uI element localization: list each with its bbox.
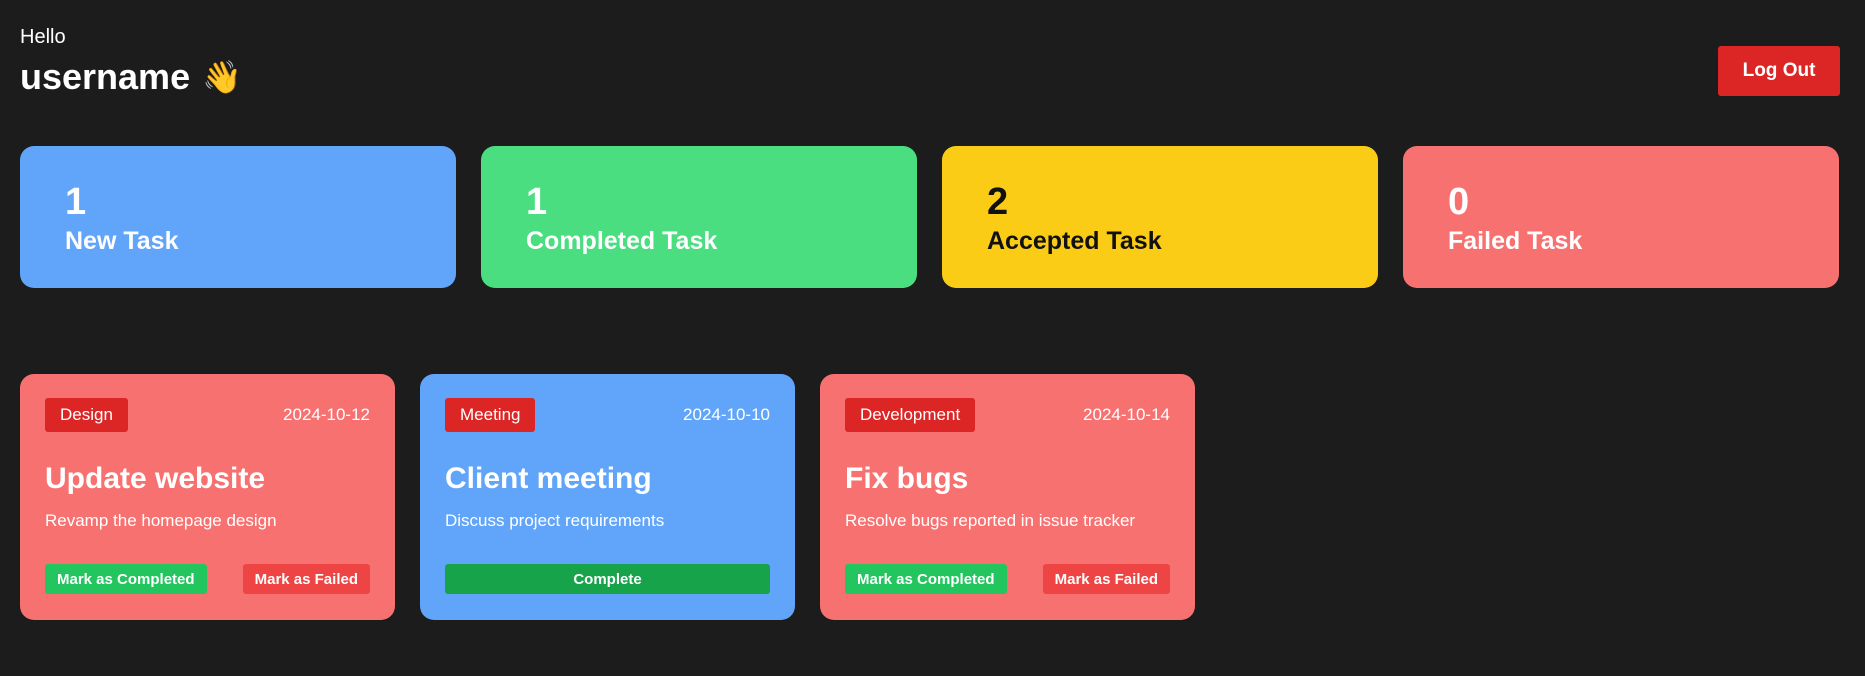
mark-failed-button[interactable]: Mark as Failed — [1042, 564, 1170, 594]
task-header: Design 2024-10-12 — [45, 398, 370, 432]
task-header: Meeting 2024-10-10 — [445, 398, 770, 432]
task-title: Client meeting — [445, 462, 652, 495]
complete-button[interactable]: Complete — [445, 564, 770, 594]
task-stats: 1 New Task 1 Completed Task 2 Accepted T… — [20, 146, 1839, 288]
greeting: Hello — [20, 26, 66, 48]
stat-count: 2 — [987, 181, 1009, 223]
task-header: Development 2024-10-14 — [845, 398, 1170, 432]
task-date: 2024-10-14 — [1083, 405, 1170, 424]
category-badge: Design — [45, 398, 128, 432]
stat-label: Accepted Task — [987, 227, 1162, 255]
stat-label: Completed Task — [526, 227, 718, 255]
stat-count: 1 — [526, 181, 548, 223]
task-card-development: Development 2024-10-14 Fix bugs Resolve … — [820, 374, 1195, 620]
task-actions: Complete — [445, 564, 770, 594]
stat-count: 0 — [1448, 181, 1470, 223]
task-actions: Mark as Completed Mark as Failed — [845, 564, 1170, 594]
stat-count: 1 — [65, 181, 87, 223]
category-badge: Development — [845, 398, 976, 432]
username: username — [20, 56, 191, 97]
task-description: Resolve bugs reported in issue tracker — [845, 511, 1136, 530]
task-list: Design 2024-10-12 Update website Revamp … — [20, 374, 1195, 620]
task-title: Update website — [45, 462, 266, 495]
task-actions: Mark as Completed Mark as Failed — [45, 564, 370, 594]
task-description: Revamp the homepage design — [45, 511, 277, 530]
stat-card-completed: 1 Completed Task — [481, 146, 917, 288]
username-row: username 👋 — [20, 56, 242, 98]
stat-card-accepted: 2 Accepted Task — [942, 146, 1378, 288]
task-title: Fix bugs — [845, 462, 969, 495]
logout-button[interactable]: Log Out — [1718, 46, 1840, 96]
mark-completed-button[interactable]: Mark as Completed — [45, 564, 207, 594]
task-card-design: Design 2024-10-12 Update website Revamp … — [20, 374, 395, 620]
mark-completed-button[interactable]: Mark as Completed — [845, 564, 1007, 594]
stat-card-new: 1 New Task — [20, 146, 456, 288]
waving-hand-icon: 👋 — [202, 59, 242, 95]
stat-label: New Task — [65, 227, 179, 255]
task-description: Discuss project requirements — [445, 511, 665, 530]
category-badge: Meeting — [445, 398, 536, 432]
mark-failed-button[interactable]: Mark as Failed — [242, 564, 370, 594]
header: Hello username 👋 — [20, 24, 242, 98]
stat-card-failed: 0 Failed Task — [1403, 146, 1839, 288]
task-date: 2024-10-12 — [283, 405, 370, 424]
task-card-meeting: Meeting 2024-10-10 Client meeting Discus… — [420, 374, 795, 620]
stat-label: Failed Task — [1448, 227, 1583, 255]
task-date: 2024-10-10 — [683, 405, 770, 424]
